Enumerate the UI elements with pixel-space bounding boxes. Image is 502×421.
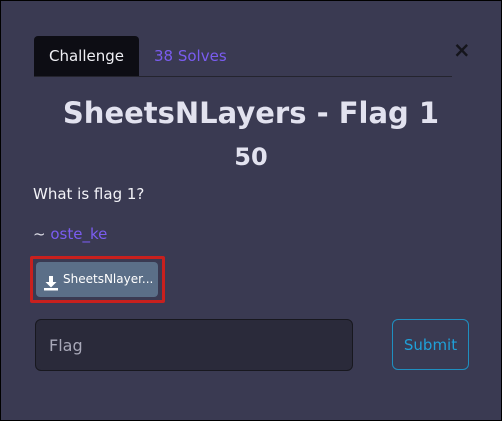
submit-button[interactable]: Submit [392,319,469,370]
flag-input[interactable] [35,319,353,371]
challenge-title: SheetsNLayers - Flag 1 [62,96,440,130]
author-prefix: ~ [33,225,51,243]
challenge-tabs: Challenge 38 Solves [34,36,452,77]
challenge-author: ~ oste_ke [33,223,107,245]
challenge-description: What is flag 1? [33,185,145,203]
close-icon[interactable]: × [453,39,471,61]
challenge-modal: × Challenge 38 Solves SheetsNLayers - Fl… [1,1,501,420]
challenge-value: 50 [234,143,268,171]
download-icon [43,270,59,290]
file-name: SheetsNlayer... [63,272,154,286]
file-download-button[interactable]: SheetsNlayer... [36,262,158,297]
tab-solves[interactable]: 38 Solves [154,36,227,76]
author-link[interactable]: oste_ke [50,225,107,243]
tab-challenge[interactable]: Challenge [34,36,139,76]
